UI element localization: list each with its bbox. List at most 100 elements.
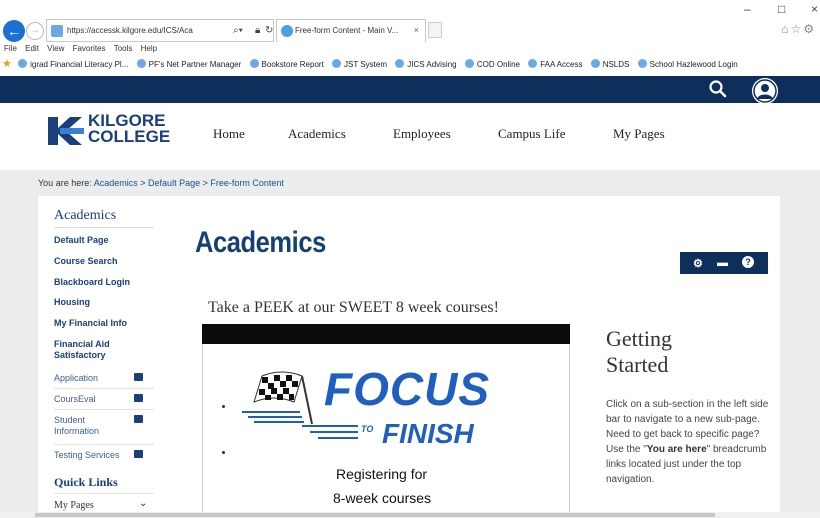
favorite-item[interactable]: School Hazlewood Login: [637, 56, 738, 74]
menu-tools[interactable]: Tools: [114, 44, 133, 53]
nav-employees[interactable]: Employees: [393, 126, 451, 142]
back-button[interactable]: ←: [3, 20, 25, 42]
menu-favorites[interactable]: Favorites: [73, 44, 106, 53]
book-icon: [134, 450, 143, 458]
scrollbar-thumb[interactable]: [35, 513, 715, 517]
search-icon[interactable]: [708, 79, 728, 99]
maximize-button[interactable]: □: [778, 2, 785, 16]
favorites-bar: ★ igrad Financial Literacy Pl... PF's Ne…: [0, 56, 820, 74]
chevron-down-icon[interactable]: ⌄: [139, 498, 147, 509]
getting-started-text: Click on a sub-section in the left side …: [606, 397, 772, 487]
sidebar-sub-student-information[interactable]: Student Information: [54, 415, 114, 437]
promo-heading: Take a PEEK at our SWEET 8 week courses!: [208, 299, 499, 316]
page-title: Academics: [195, 226, 326, 259]
site-favicon-icon: [51, 25, 63, 37]
favorite-item[interactable]: FAA Access: [528, 56, 582, 74]
menu-view[interactable]: View: [47, 44, 64, 53]
favorite-page-icon: [528, 59, 538, 68]
horizontal-scrollbar[interactable]: [0, 512, 820, 518]
tab-title: Free-form Content - Main V...: [295, 26, 399, 35]
browser-tab[interactable]: Free-form Content - Main V... ×: [276, 19, 426, 42]
browser-chrome: ← → https://accessk.kilgore.edu/ICS/Aca …: [0, 0, 820, 80]
close-window-button[interactable]: ×: [811, 2, 818, 16]
favorite-page-icon: [590, 59, 600, 68]
breadcrumb-prefix: You are here:: [38, 178, 92, 188]
minimize-button[interactable]: –: [744, 2, 751, 16]
breadcrumb-free-form-content[interactable]: Free-form Content: [210, 178, 284, 188]
kilgore-logo-icon[interactable]: [46, 115, 86, 147]
favorite-item[interactable]: JICS Advising: [395, 56, 457, 74]
sidebar-item-course-search[interactable]: Course Search: [54, 256, 154, 267]
sidebar-item-blackboard-login[interactable]: Blackboard Login: [54, 277, 154, 288]
favorite-item[interactable]: NSLDS: [590, 56, 630, 74]
favorite-item[interactable]: Bookstore Report: [249, 56, 324, 74]
sidebar-item-housing[interactable]: Housing: [54, 297, 154, 308]
forward-button[interactable]: →: [26, 22, 44, 40]
favorite-page-icon: [332, 59, 342, 68]
divider: [54, 388, 154, 389]
favorite-item[interactable]: PF's Net Partner Manager: [136, 56, 242, 74]
quick-links-heading: Quick Links: [54, 475, 118, 489]
favorite-label: FAA Access: [540, 60, 583, 69]
logo-line-2: COLLEGE: [88, 127, 171, 146]
toolbar-icons[interactable]: ⌂☆⚙: [781, 22, 816, 36]
book-icon: [134, 373, 143, 381]
menu-file[interactable]: File: [4, 44, 17, 53]
sidebar-item-default-page[interactable]: Default Page: [54, 235, 154, 246]
refresh-icon[interactable]: ↻: [265, 25, 273, 36]
favorite-item[interactable]: COD Online: [464, 56, 520, 74]
new-tab-button[interactable]: [428, 22, 442, 38]
nav-academics[interactable]: Academics: [288, 126, 346, 142]
checkered-flag-icon: [242, 371, 313, 425]
book-icon: [134, 394, 143, 402]
menu-edit[interactable]: Edit: [25, 44, 39, 53]
search-icon[interactable]: ⌕▾: [233, 25, 243, 36]
favorite-label: NSLDS: [602, 60, 630, 69]
favorite-page-icon: [249, 59, 259, 68]
flyer-finish-text: FINISH: [382, 418, 474, 449]
breadcrumb-separator: >: [202, 178, 208, 188]
favorites-star-icon[interactable]: ★: [2, 58, 12, 70]
flyer-line-1: Registering for: [336, 466, 428, 482]
flyer-top-band: [202, 324, 570, 344]
favorite-label: JST System: [344, 60, 388, 69]
site-top-bar: [0, 76, 820, 104]
sidebar-heading: Academics: [54, 208, 117, 223]
print-icon[interactable]: ▬: [717, 257, 728, 269]
sidebar-sub-courseval[interactable]: CoursEval: [54, 394, 134, 405]
address-bar[interactable]: https://accessk.kilgore.edu/ICS/Aca ⌕▾ 🔒…: [46, 19, 274, 42]
favorite-page-icon: [637, 59, 647, 68]
sidebar-sub-testing-services[interactable]: Testing Services: [54, 450, 134, 461]
book-icon: [134, 415, 143, 423]
sidebar-item-financial-aid[interactable]: Financial Aid Satisfactory: [54, 339, 134, 361]
tab-favicon-icon: [281, 25, 293, 37]
bullet: [222, 451, 225, 454]
breadcrumb-default-page[interactable]: Default Page: [148, 178, 200, 188]
my-pages-link[interactable]: My Pages: [54, 500, 94, 511]
menu-help[interactable]: Help: [141, 44, 157, 53]
user-avatar-icon[interactable]: [752, 78, 778, 104]
lock-icon: 🔒︎: [255, 25, 261, 36]
breadcrumb: You are here: Academics > Default Page >…: [38, 178, 284, 188]
page-tools-bar: ⚙ ▬ ?: [680, 252, 768, 274]
divider: [54, 409, 154, 410]
gear-icon[interactable]: ⚙: [693, 257, 703, 270]
favorite-label: School Hazlewood Login: [649, 60, 738, 69]
sidebar-sub-application[interactable]: Application: [54, 373, 134, 384]
help-icon[interactable]: ?: [742, 256, 754, 268]
getting-started-line-1: Getting: [606, 326, 672, 351]
favorite-label: Bookstore Report: [261, 60, 324, 69]
nav-campus-life[interactable]: Campus Life: [498, 126, 566, 142]
college-logo-text[interactable]: KILGORE COLLEGE: [88, 112, 171, 146]
favorite-item[interactable]: JST System: [332, 56, 387, 74]
tab-close-icon[interactable]: ×: [414, 25, 419, 35]
nav-home[interactable]: Home: [213, 126, 245, 142]
flyer-focus-text: FOCUS: [324, 363, 490, 415]
speed-lines-icon: [302, 425, 358, 439]
flyer-line-2: 8-week courses: [333, 490, 432, 506]
nav-my-pages[interactable]: My Pages: [613, 126, 665, 142]
favorite-item[interactable]: igrad Financial Literacy Pl...: [18, 56, 128, 74]
breadcrumb-academics[interactable]: Academics: [94, 178, 138, 188]
favorite-label: PF's Net Partner Manager: [148, 60, 242, 69]
sidebar-item-my-financial-info[interactable]: My Financial Info: [54, 318, 154, 329]
